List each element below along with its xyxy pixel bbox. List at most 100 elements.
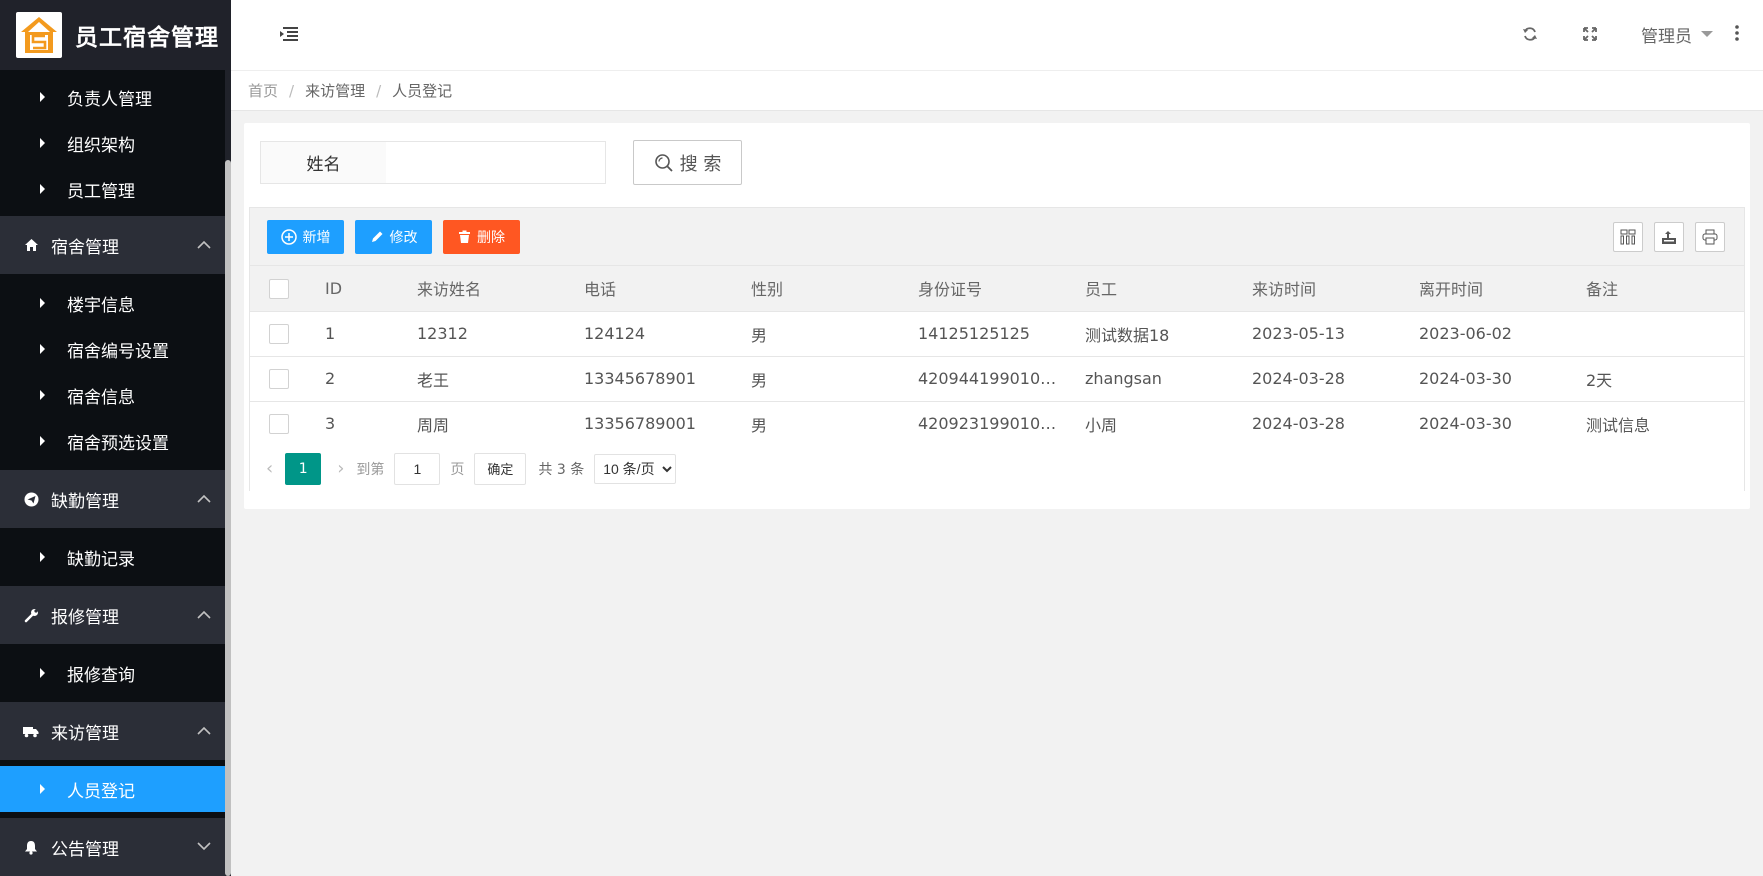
sidebar-item-staff[interactable]: 员工管理 — [0, 166, 225, 212]
cell-id-card: 420944199010… — [918, 356, 1085, 402]
sidebar-group-dorm[interactable]: 宿舍管理 — [0, 216, 225, 274]
total-count: 共 3 条 — [538, 461, 585, 478]
sidebar-item-dorm-number[interactable]: 宿舍编号设置 — [0, 326, 225, 372]
col-id[interactable]: ID — [325, 266, 417, 312]
col-note[interactable]: 备注 — [1586, 266, 1744, 312]
home-icon — [23, 237, 39, 253]
menu-toggle-icon[interactable] — [279, 26, 301, 44]
next-page-icon[interactable]: › — [337, 458, 344, 479]
trash-icon — [458, 230, 471, 244]
goto-prefix: 到第 — [356, 461, 385, 478]
row-checkbox[interactable] — [269, 368, 289, 389]
sidebar-group-visitor[interactable]: 来访管理 — [0, 702, 225, 760]
delete-button[interactable]: 删除 — [443, 220, 520, 254]
plus-circle-icon — [280, 229, 297, 245]
cell-visit-time: 2024-03-28 — [1252, 401, 1419, 447]
cell-leave-time: 2024-03-30 — [1419, 401, 1586, 447]
search-label: 姓名 — [260, 141, 387, 184]
current-page-button[interactable]: 1 — [285, 452, 322, 485]
goto-confirm-button[interactable]: 确定 — [474, 452, 527, 485]
page-size-select[interactable]: 10 条/页20 条/页30 条/页40 条/页50 条/页 — [594, 453, 677, 484]
chevron-up-icon — [197, 724, 211, 738]
cell-phone: 13356789001 — [584, 401, 751, 447]
col-gender[interactable]: 性别 — [751, 266, 918, 312]
sidebar-item-repair-query[interactable]: 报修查询 — [0, 650, 225, 696]
cell-staff: zhangsan — [1085, 356, 1252, 402]
caret-right-icon — [40, 298, 45, 308]
breadcrumb-separator: / — [376, 81, 382, 100]
breadcrumb-separator: / — [289, 81, 295, 100]
sidebar-item-owner[interactable]: 负责人管理 — [0, 74, 225, 120]
goto-page-input[interactable] — [394, 452, 441, 485]
app-title: 员工宿舍管理 — [75, 25, 219, 51]
select-all-checkbox[interactable] — [269, 278, 289, 299]
cell-gender: 男 — [751, 311, 918, 357]
caret-right-icon — [40, 138, 45, 148]
fullscreen-icon[interactable] — [1580, 24, 1600, 44]
chevron-up-icon — [197, 608, 211, 622]
select-all-cell — [250, 266, 325, 312]
cell-visit-time: 2024-03-28 — [1252, 356, 1419, 402]
caret-right-icon — [40, 436, 45, 446]
pencil-icon — [370, 230, 384, 244]
search-icon — [654, 153, 673, 172]
data-table: 新增 修改 删除 ID 来访姓名 电话 性别 身份证号 员工 来访时间 离开时间… — [249, 207, 1745, 491]
cell-note: 测试信息 — [1586, 401, 1744, 447]
table-row[interactable]: 2 老王 13345678901 男 420944199010… zhangsa… — [250, 356, 1744, 402]
cell-note — [1586, 311, 1744, 357]
col-id-card[interactable]: 身份证号 — [918, 266, 1085, 312]
sidebar-item-visitor-register[interactable]: 人员登记 — [0, 766, 225, 812]
cell-phone: 124124 — [584, 311, 751, 357]
content-card: 姓名 搜 索 新增 修改 删除 ID 来访姓名 电话 性别 身份证号 员工 来访… — [244, 123, 1750, 509]
add-button[interactable]: 新增 — [267, 220, 344, 254]
search-button[interactable]: 搜 索 — [633, 140, 742, 185]
cell-staff: 测试数据18 — [1085, 311, 1252, 357]
cell-phone: 13345678901 — [584, 356, 751, 402]
cell-id: 3 — [325, 401, 417, 447]
cell-visit-time: 2023-05-13 — [1252, 311, 1419, 357]
logo-icon — [16, 12, 62, 58]
sidebar-item-dorm-preselect[interactable]: 宿舍预选设置 — [0, 418, 225, 464]
breadcrumb-home[interactable]: 首页 — [248, 80, 278, 101]
name-search-input[interactable] — [386, 141, 606, 184]
cell-leave-time: 2024-03-30 — [1419, 356, 1586, 402]
sidebar-item-dorm-info[interactable]: 宿舍信息 — [0, 372, 225, 418]
row-checkbox[interactable] — [269, 413, 289, 434]
more-vertical-icon[interactable] — [1735, 25, 1739, 41]
cell-id-card: 14125125125 — [918, 311, 1085, 357]
sidebar-group-absence[interactable]: 缺勤管理 — [0, 470, 225, 528]
user-menu[interactable]: 管理员 — [1641, 22, 1692, 47]
table-row[interactable]: 3 周周 13356789001 男 420923199010… 小周 2024… — [250, 401, 1744, 447]
sidebar-group-repair[interactable]: 报修管理 — [0, 586, 225, 644]
col-leave-time[interactable]: 离开时间 — [1419, 266, 1586, 312]
cell-staff: 小周 — [1085, 401, 1252, 447]
cell-visitor-name: 12312 — [417, 311, 584, 357]
export-icon[interactable] — [1654, 222, 1684, 252]
sidebar-group-notice[interactable]: 公告管理 — [0, 818, 225, 876]
print-icon[interactable] — [1695, 222, 1725, 252]
col-visit-time[interactable]: 来访时间 — [1252, 266, 1419, 312]
col-staff[interactable]: 员工 — [1085, 266, 1252, 312]
truck-icon — [23, 723, 39, 739]
sidebar-item-org[interactable]: 组织架构 — [0, 120, 225, 166]
cell-id: 2 — [325, 356, 417, 402]
goto-suffix: 页 — [450, 461, 465, 478]
sidebar-scrollbar[interactable] — [225, 160, 231, 876]
refresh-icon[interactable] — [1520, 24, 1540, 44]
edit-button[interactable]: 修改 — [355, 220, 432, 254]
caret-right-icon — [40, 390, 45, 400]
column-filter-icon[interactable] — [1613, 222, 1643, 252]
table-row[interactable]: 1 12312 124124 男 14125125125 测试数据18 2023… — [250, 311, 1744, 357]
chevron-up-icon — [197, 238, 211, 252]
cell-id-card: 420923199010… — [918, 401, 1085, 447]
sidebar-menu: 负责人管理 组织架构 员工管理 宿舍管理 楼宇信息 宿舍编号设置 宿舍信息 宿舍… — [0, 70, 225, 876]
sidebar-item-absence-record[interactable]: 缺勤记录 — [0, 534, 225, 580]
prev-page-icon[interactable]: ‹ — [266, 458, 273, 479]
row-checkbox[interactable] — [269, 323, 289, 344]
cell-visitor-name: 老王 — [417, 356, 584, 402]
chevron-down-icon — [197, 840, 211, 854]
sidebar-item-building[interactable]: 楼宇信息 — [0, 280, 225, 326]
col-visitor-name[interactable]: 来访姓名 — [417, 266, 584, 312]
breadcrumb-visitor[interactable]: 来访管理 — [305, 80, 365, 101]
col-phone[interactable]: 电话 — [584, 266, 751, 312]
